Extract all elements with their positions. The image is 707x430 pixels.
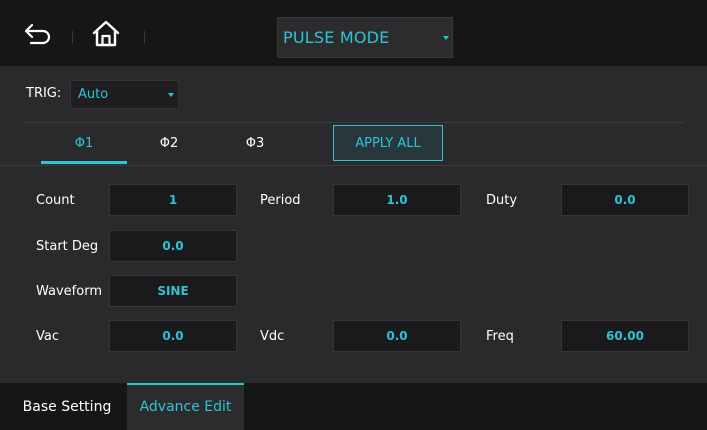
tab-phase-1[interactable]: Φ1 [41,136,127,164]
waveform-label: Waveform [36,284,102,299]
trig-select-value: Auto [78,87,109,102]
mode-select[interactable]: PULSE MODE [277,17,453,58]
home-icon [92,20,120,47]
count-label: Count [36,193,75,208]
duty-field[interactable]: 0.0 [561,184,689,216]
divider [22,122,684,123]
vac-label: Vac [36,329,59,344]
back-arrow-icon [24,23,51,45]
vdc-label: Vdc [260,329,285,344]
divider [0,165,707,166]
vdc-field[interactable]: 0.0 [333,320,461,352]
toolbar-separator [72,31,73,43]
start-deg-label: Start Deg [36,239,99,254]
period-label: Period [260,193,301,208]
back-button[interactable] [18,14,58,54]
dropdown-caret-icon [443,36,449,40]
dropdown-caret-icon [168,93,174,97]
tab-base-setting[interactable]: Base Setting [12,383,122,430]
period-field[interactable]: 1.0 [333,184,461,216]
active-tab-indicator [41,161,127,164]
trig-select[interactable]: Auto [70,80,179,109]
start-deg-field[interactable]: 0.0 [109,230,237,262]
trig-label: TRIG: [26,86,62,101]
active-bottom-tab-indicator [127,383,244,385]
tab-advance-edit[interactable]: Advance Edit [127,383,244,430]
freq-field[interactable]: 60.00 [561,320,689,352]
tab-phase-2[interactable]: Φ2 [126,136,212,164]
waveform-select[interactable]: SINE [109,275,237,307]
count-field[interactable]: 1 [109,184,237,216]
vac-field[interactable]: 0.0 [109,320,237,352]
home-button[interactable] [86,14,126,54]
tab-phase-3[interactable]: Φ3 [212,136,298,164]
toolbar-separator [144,31,145,43]
apply-all-button[interactable]: APPLY ALL [333,125,443,161]
mode-select-value: PULSE MODE [283,28,390,47]
duty-label: Duty [486,193,518,208]
freq-label: Freq [486,329,514,344]
